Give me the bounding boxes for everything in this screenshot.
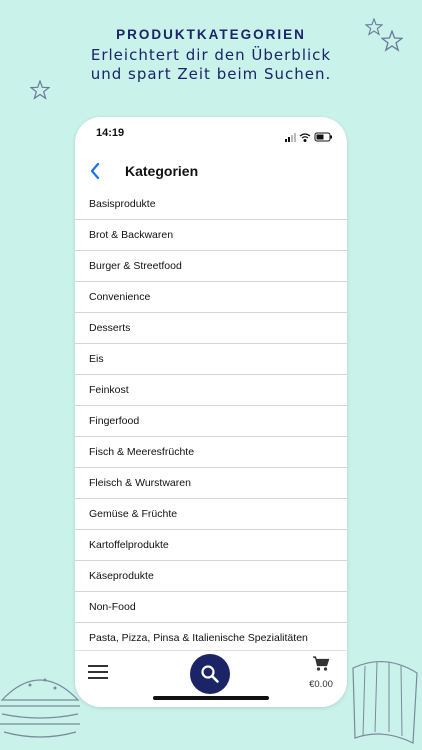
category-list: Basisprodukte Brot & Backwaren Burger & … xyxy=(75,189,347,654)
cart-total: €0.00 xyxy=(309,679,333,690)
category-item[interactable]: Gemüse & Früchte xyxy=(75,499,347,530)
category-item[interactable]: Fingerfood xyxy=(75,406,347,437)
back-button[interactable] xyxy=(89,161,101,186)
category-item[interactable]: Eis xyxy=(75,344,347,375)
search-icon xyxy=(201,665,219,683)
promo-subtitle-line: Erleichtert dir den Überblick xyxy=(90,46,332,64)
cart-button[interactable]: €0.00 xyxy=(303,655,339,690)
category-item[interactable]: Fleisch & Wurstwaren xyxy=(75,468,347,499)
category-item[interactable]: Fisch & Meeresfrüchte xyxy=(75,437,347,468)
category-item[interactable]: Burger & Streetfood xyxy=(75,251,347,282)
category-item[interactable]: Basisprodukte xyxy=(75,189,347,220)
category-item[interactable]: Käseprodukte xyxy=(75,561,347,592)
status-time: 14:19 xyxy=(96,127,125,139)
menu-icon xyxy=(88,665,108,679)
category-item[interactable]: Feinkost xyxy=(75,375,347,406)
promo-title: PRODUKTKATEGORIEN xyxy=(116,27,306,42)
promo-subtitle-line: und spart Zeit beim Suchen. xyxy=(90,65,332,83)
signal-icon xyxy=(285,133,296,142)
search-button[interactable] xyxy=(190,654,230,694)
wifi-icon xyxy=(299,133,311,143)
category-item[interactable]: Brot & Backwaren xyxy=(75,220,347,251)
status-icons xyxy=(285,129,333,147)
menu-button[interactable] xyxy=(87,663,109,686)
category-item[interactable]: Desserts xyxy=(75,313,347,344)
home-indicator xyxy=(153,696,269,700)
category-item[interactable]: Non-Food xyxy=(75,592,347,623)
category-item[interactable]: Kartoffelprodukte xyxy=(75,530,347,561)
battery-icon xyxy=(314,132,332,142)
nav-bar: Kategorien xyxy=(75,157,347,187)
back-chevron-icon xyxy=(90,162,100,180)
category-item[interactable]: Convenience xyxy=(75,282,347,313)
ribs-doodle-icon xyxy=(352,660,418,744)
phone-screen: 14:19 Kategorien Basisprodukte Brot & Ba… xyxy=(75,117,347,707)
burger-doodle-icon xyxy=(0,678,80,738)
cart-icon xyxy=(313,656,330,671)
promo-subtitle: Erleichtert dir den Überblick und spart … xyxy=(0,46,422,84)
page-title: Kategorien xyxy=(125,163,199,179)
